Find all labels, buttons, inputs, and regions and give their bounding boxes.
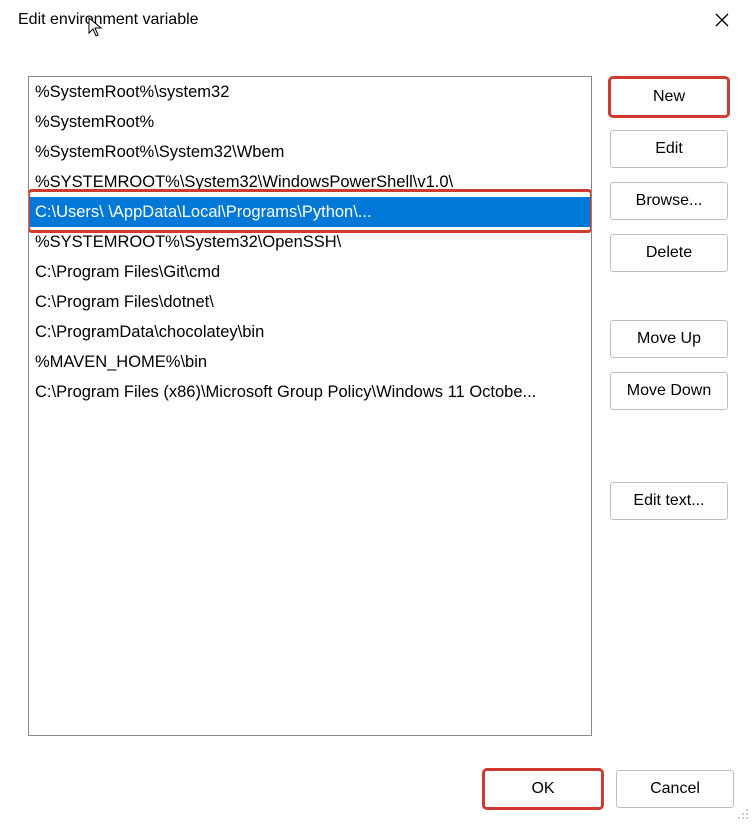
close-button[interactable] [706,4,738,36]
list-item[interactable]: %SYSTEMROOT%\System32\OpenSSH\ [29,227,591,257]
list-item[interactable]: %SystemRoot% [29,107,591,137]
list-item[interactable]: %MAVEN_HOME%\bin [29,347,591,377]
list-item[interactable]: C:\Program Files (x86)\Microsoft Group P… [29,377,591,407]
move-down-button[interactable]: Move Down [610,372,728,410]
list-item[interactable]: C:\Program Files\dotnet\ [29,287,591,317]
list-item[interactable]: C:\Users\ \AppData\Local\Programs\Python… [29,197,591,227]
edit-button[interactable]: Edit [610,130,728,168]
edit-text-button[interactable]: Edit text... [610,482,728,520]
ok-button[interactable]: OK [484,770,602,808]
new-button[interactable]: New [610,78,728,116]
list-item[interactable]: %SYSTEMROOT%\System32\WindowsPowerShell\… [29,167,591,197]
path-listbox[interactable]: %SystemRoot%\system32%SystemRoot%%System… [28,76,592,736]
titlebar: Edit environment variable [0,0,754,40]
list-item[interactable]: %SystemRoot%\system32 [29,77,591,107]
side-button-panel: New Edit Browse... Delete Move Up Move D… [610,76,728,736]
list-item[interactable]: %SystemRoot%\System32\Wbem [29,137,591,167]
bottom-button-bar: OK Cancel [484,770,734,808]
window-title: Edit environment variable [18,11,199,29]
resize-grip-icon [736,807,750,824]
list-item[interactable]: C:\Program Files\Git\cmd [29,257,591,287]
cancel-button[interactable]: Cancel [616,770,734,808]
delete-button[interactable]: Delete [610,234,728,272]
move-up-button[interactable]: Move Up [610,320,728,358]
dialog-content: %SystemRoot%\system32%SystemRoot%%System… [0,40,754,736]
list-item[interactable]: C:\ProgramData\chocolatey\bin [29,317,591,347]
browse-button[interactable]: Browse... [610,182,728,220]
close-icon [715,13,729,27]
